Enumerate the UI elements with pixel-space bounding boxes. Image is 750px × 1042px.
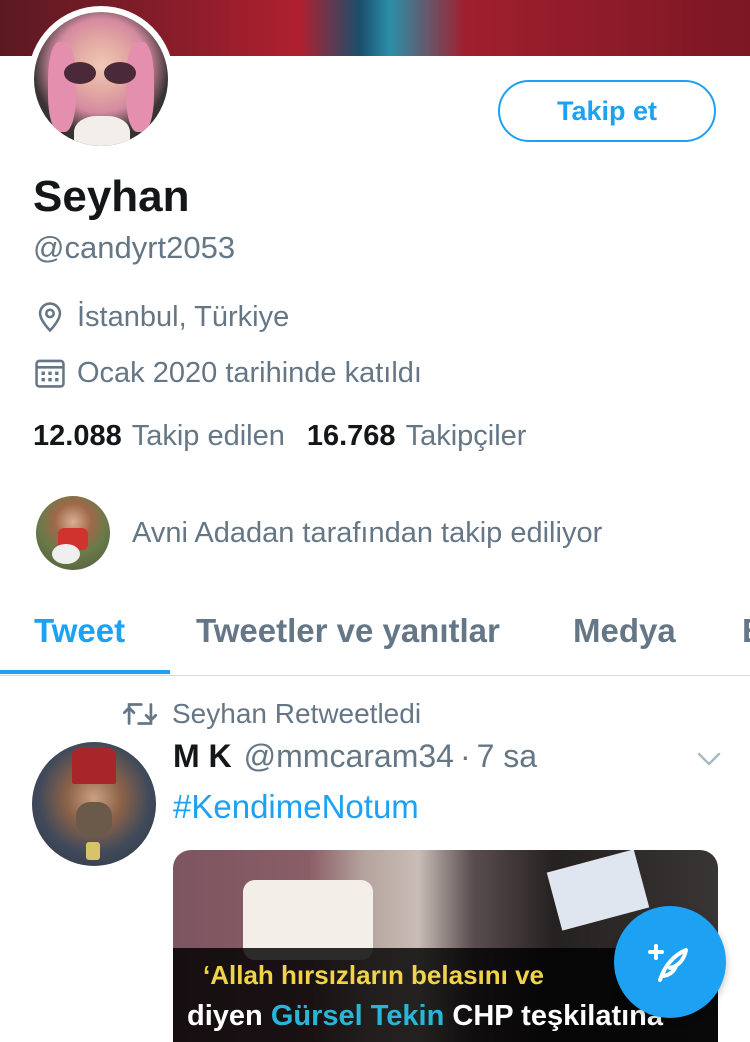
retweet-label: Seyhan Retweetledi [172,698,422,729]
follow-button[interactable]: Takip et [498,80,716,142]
avatar-image [34,12,168,146]
tweet-time[interactable]: 7 sa [477,738,537,775]
tab-tweets-replies[interactable]: Tweetler ve yanıtlar [196,612,500,650]
tweet-author-handle[interactable]: @mmcaram34 [244,738,454,775]
profile-tabs: Tweet Tweetler ve yanıtlar Medya B [0,598,750,676]
followed-by[interactable]: Avni Adadan tarafından takip ediliyor [36,496,602,570]
tab-likes[interactable]: B [742,612,750,650]
tweet-header: M K @mmcaram34 · 7 sa [173,738,537,775]
profile-avatar[interactable] [28,6,174,152]
following-count: 12.088 [33,420,122,452]
profile-stats: 12.088 Takip edilen 16.768 Takipçiler [33,420,548,453]
followers-label: Takipçiler [405,420,527,452]
retweet-icon [122,703,158,725]
tweet-separator: · [459,738,471,774]
retweet-context: Seyhan Retweetledi [122,698,421,730]
tweet-author-name[interactable]: M K [173,738,232,775]
media-caption-line1: ‘Allah hırsızların belasını ve [203,960,545,990]
active-tab-indicator [0,670,170,674]
media-caption-line2: diyen Gürsel Tekin CHP teşkilatına [187,1000,664,1032]
location-text: İstanbul, Türkiye [77,300,290,333]
following-stat[interactable]: 12.088 Takip edilen [33,420,285,453]
compose-tweet-icon [648,944,688,982]
profile-joined: Ocak 2020 tarihinde katıldı [33,356,422,390]
tab-tweet[interactable]: Tweet [34,612,125,650]
joined-text: Ocak 2020 tarihinde katıldı [77,356,422,389]
profile-location: İstanbul, Türkiye [33,300,289,334]
followers-stat[interactable]: 16.768 Takipçiler [307,420,527,453]
profile-handle: @candyrt2053 [33,230,236,265]
follower-avatar [36,496,110,570]
tweet-text[interactable]: #KendimeNotum [173,788,419,826]
profile-name: Seyhan [33,172,190,221]
compose-tweet-button[interactable] [614,906,726,1018]
following-label: Takip edilen [131,420,285,452]
followers-count: 16.768 [306,420,396,452]
tab-media[interactable]: Medya [573,612,676,650]
calendar-icon [35,359,65,388]
tweet-author-avatar[interactable] [32,742,156,866]
followed-by-text: Avni Adadan tarafından takip ediliyor [132,516,603,549]
location-pin-icon [38,302,62,333]
chevron-down-icon[interactable] [694,748,724,770]
